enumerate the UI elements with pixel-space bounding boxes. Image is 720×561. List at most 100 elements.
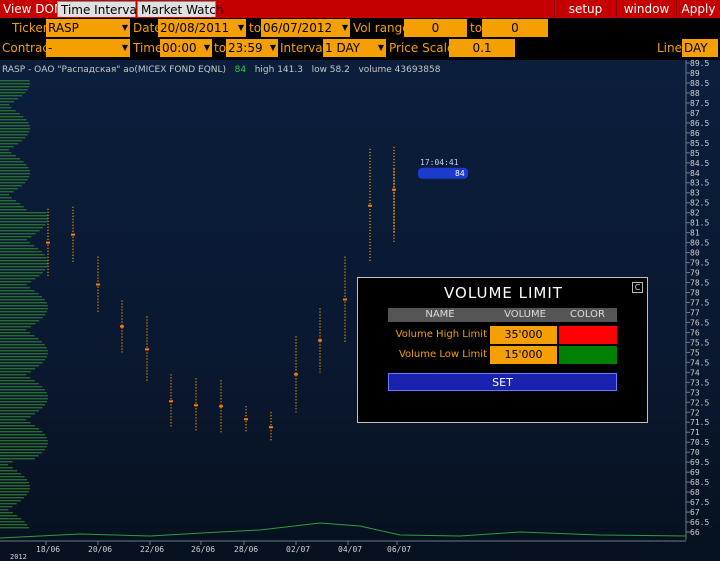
tab-view-dom[interactable]: View DOM xyxy=(0,1,64,17)
ticker-select[interactable]: RASP ▼ xyxy=(46,19,130,37)
price-bar-marker xyxy=(145,348,149,351)
volume-profile-bar xyxy=(0,458,35,460)
volume-profile-bar xyxy=(0,347,47,349)
volume-profile-bar xyxy=(0,185,22,187)
volume-profile-bar xyxy=(0,176,30,178)
price-tick-label: 75 xyxy=(690,348,700,357)
price-tick-label: 87 xyxy=(690,109,700,118)
price-tick-label: 71.5 xyxy=(690,418,709,427)
volume-profile-bar xyxy=(0,332,31,334)
volume-profile-bar xyxy=(0,479,28,481)
volume-profile-bar xyxy=(0,293,39,295)
volume-profile-bar xyxy=(0,452,43,454)
volume-profile-bar xyxy=(0,407,43,409)
volume-profile-bar xyxy=(0,275,40,277)
set-button[interactable]: SET xyxy=(388,373,617,391)
interval-label: Interval xyxy=(280,41,326,55)
chevron-down-icon: ▼ xyxy=(341,23,348,32)
volume-profile-bar xyxy=(0,242,30,244)
volume-profile-bar xyxy=(0,320,40,322)
volume-profile-bar xyxy=(0,110,16,112)
price-tick-label: 86.5 xyxy=(690,119,709,128)
time-to-label: to xyxy=(214,41,227,55)
volume-profile-bar xyxy=(0,191,14,193)
header-name: NAME xyxy=(388,308,492,322)
price-tick-label: 66.5 xyxy=(690,518,709,527)
volume-profile-bar xyxy=(0,92,26,94)
volume-profile-bar xyxy=(0,134,28,136)
price-tick-label: 69.5 xyxy=(690,458,709,467)
line-select[interactable]: DAY xyxy=(682,39,718,57)
volume-profile-bar xyxy=(0,518,22,520)
price-tick-label: 80.5 xyxy=(690,239,709,248)
params-row-1: Ticker RASP ▼ Date 20/08/2011 ▼ to 06/07/2… xyxy=(0,18,720,38)
low-limit-volume-field[interactable]: 15'000 xyxy=(490,346,557,364)
volume-profile-bar xyxy=(0,227,43,229)
low-limit-color-swatch[interactable] xyxy=(559,346,617,364)
volume-profile-bar xyxy=(0,482,29,484)
volume-profile-bar xyxy=(0,299,45,301)
price-tick-label: 89.5 xyxy=(690,60,709,68)
chevron-down-icon: ▼ xyxy=(377,43,384,52)
volume-profile-bar xyxy=(0,359,46,361)
volume-profile-bar xyxy=(0,461,13,463)
price-scale-field[interactable]: 0.1 xyxy=(449,39,515,57)
price-tick-label: 70 xyxy=(690,448,700,457)
volume-profile-bar xyxy=(0,512,13,514)
price-tick-label: 73.5 xyxy=(690,378,709,387)
price-scale-label: Price Scale xyxy=(389,41,455,55)
volume-profile-bar xyxy=(0,521,25,523)
price-tick-label: 74.5 xyxy=(690,358,709,367)
volume-profile-bar xyxy=(0,152,12,154)
volume-profile-bar xyxy=(0,209,27,211)
price-tick-label: 83 xyxy=(690,189,700,198)
setup-button[interactable]: setup xyxy=(554,0,616,18)
price-tick-label: 70.5 xyxy=(690,438,709,447)
price-tick-label: 77.5 xyxy=(690,298,709,307)
interval-select[interactable]: 1 DAY ▼ xyxy=(323,39,386,57)
price-bar-marker xyxy=(71,233,75,236)
time-to-field[interactable]: 23:59 ▼ xyxy=(226,39,278,57)
price-bar-marker xyxy=(318,339,322,342)
volume-profile-bar xyxy=(0,278,36,280)
volume-profile-bar xyxy=(0,143,19,145)
volume-profile-bar xyxy=(0,149,10,151)
volume-profile-bar xyxy=(0,200,17,202)
close-button[interactable]: C xyxy=(632,282,643,293)
date-to-field[interactable]: 06/07/2012 ▼ xyxy=(261,19,350,37)
volume-profile-bar xyxy=(0,368,36,370)
volume-profile-bar xyxy=(0,161,24,163)
volume-profile-bar xyxy=(0,386,43,388)
volume-profile-bar xyxy=(0,269,46,271)
volume-profile-bar xyxy=(0,317,43,319)
vol-from-field[interactable]: 0 xyxy=(404,19,467,37)
volume-profile-bar xyxy=(0,179,28,181)
price-tick-label: 88.5 xyxy=(690,79,709,88)
volume-profile-bar xyxy=(0,431,43,433)
volume-profile-bar xyxy=(0,314,46,316)
tab-market-watch[interactable]: Market Watch xyxy=(137,1,223,17)
vol-to-field[interactable]: 0 xyxy=(482,19,548,37)
contract-select[interactable]: - ▼ xyxy=(46,39,130,57)
volume-profile-bar xyxy=(0,107,12,109)
price-tick-label: 67 xyxy=(690,508,700,517)
volume-profile-bar xyxy=(0,374,27,376)
apply-button[interactable]: Apply xyxy=(676,0,720,18)
volume-profile-bar xyxy=(0,272,43,274)
window-button[interactable]: window xyxy=(616,0,676,18)
volume-profile-bar xyxy=(0,197,12,199)
price-tick-label: 77 xyxy=(690,308,700,317)
price-tick-label: 76 xyxy=(690,328,700,337)
volume-profile-bar xyxy=(0,86,30,88)
chart-info-line: RASP - ОАО "Распадская" ао(MICEX FOND EQ… xyxy=(2,64,440,76)
volume-profile-bar xyxy=(0,254,45,256)
tab-time-interval[interactable]: Time Interval xyxy=(57,1,140,17)
time-from-field[interactable]: 00:00 ▼ xyxy=(160,39,212,57)
date-from-field[interactable]: 20/08/2011 ▼ xyxy=(158,19,246,37)
high-limit-volume-field[interactable]: 35'000 xyxy=(490,326,557,344)
volume-profile-bar xyxy=(0,215,48,217)
high-limit-color-swatch[interactable] xyxy=(559,326,617,344)
chevron-down-icon: ▼ xyxy=(121,43,128,52)
header-volume: VOLUME xyxy=(492,308,558,322)
price-bar-marker xyxy=(368,204,372,207)
